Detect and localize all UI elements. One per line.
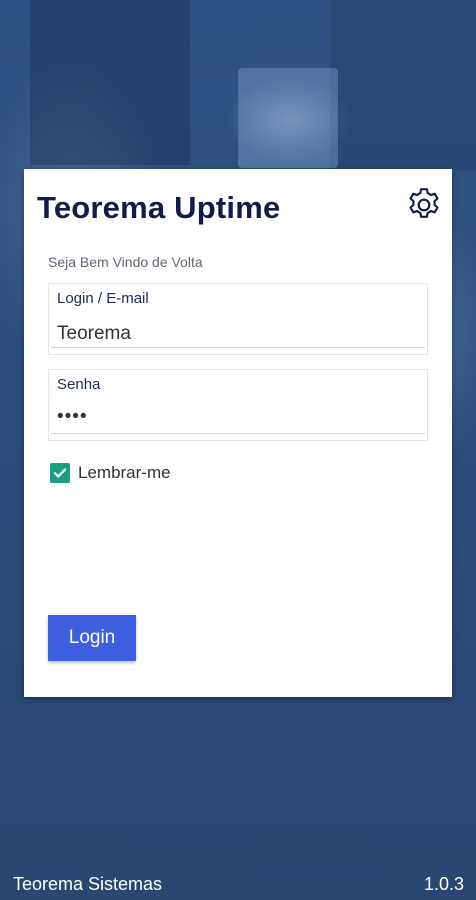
background-shape <box>30 0 190 165</box>
login-input[interactable] <box>57 320 417 348</box>
remember-me-checkbox[interactable] <box>50 463 70 483</box>
login-field-label: Login / E-mail <box>57 290 149 307</box>
password-input[interactable]: •••• <box>57 406 417 434</box>
remember-me-toggle[interactable]: Lembrar-me <box>50 461 171 485</box>
app-version: 1.0.3 <box>423 874 464 894</box>
company-name: Teorema Sistemas <box>13 874 163 894</box>
password-field-underline <box>51 433 425 434</box>
check-icon <box>53 468 67 478</box>
login-button[interactable]: Login <box>48 615 136 661</box>
login-card: Teorema Uptime Seja Bem Vindo de Volta L… <box>24 169 452 697</box>
password-field[interactable]: Senha •••• <box>48 369 428 441</box>
login-field[interactable]: Login / E-mail <box>48 283 428 355</box>
password-field-label: Senha <box>57 376 101 393</box>
login-field-underline <box>51 347 425 348</box>
remember-me-label: Lembrar-me <box>78 463 171 482</box>
welcome-text: Seja Bem Vindo de Volta <box>48 254 203 270</box>
app-title: Teorema Uptime <box>37 190 281 225</box>
gear-icon <box>409 188 439 218</box>
background-shape <box>238 68 338 168</box>
settings-button[interactable] <box>404 185 444 225</box>
background-shape <box>330 0 476 170</box>
